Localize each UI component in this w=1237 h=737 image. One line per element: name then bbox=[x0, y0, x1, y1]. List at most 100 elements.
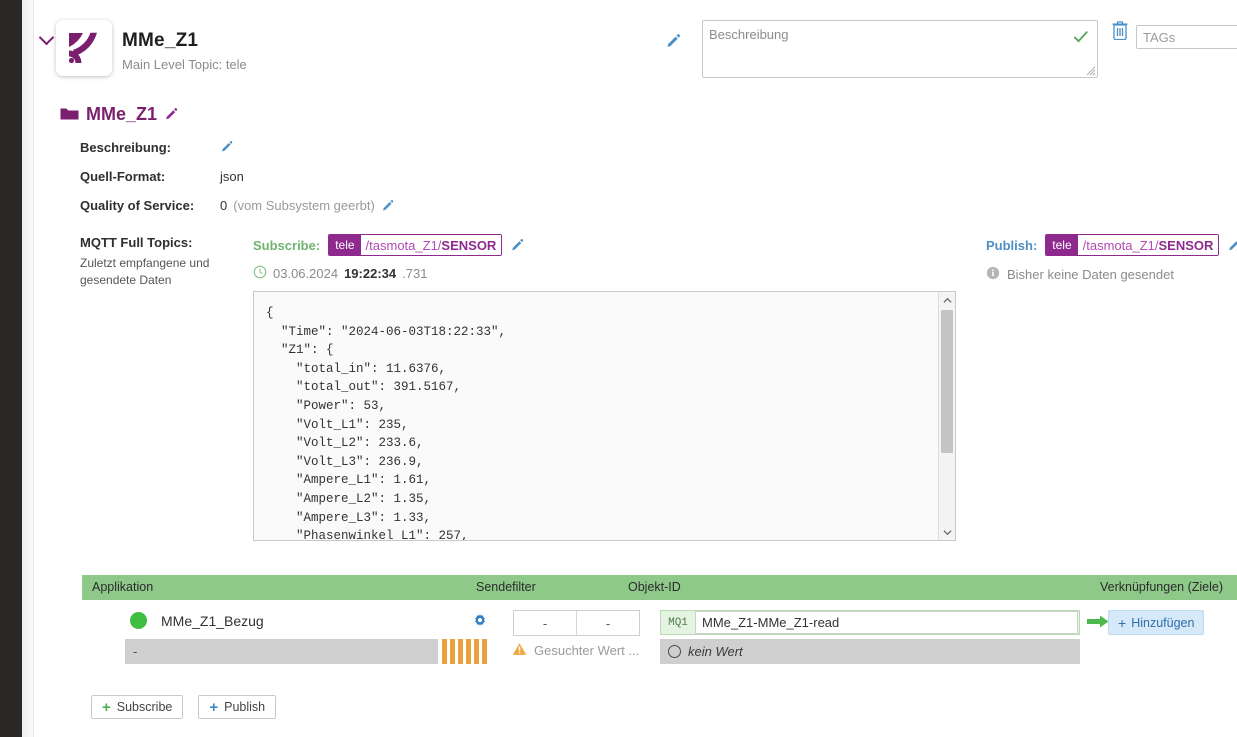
last-received-timestamp: 03.06.2024 19:22:34 .731 bbox=[253, 265, 525, 282]
edit-subscribe-pencil-icon[interactable] bbox=[510, 238, 525, 253]
topic-meta-list: Beschreibung: Quell-Format: json Quality… bbox=[80, 140, 980, 227]
sendefilter-right-value[interactable]: - bbox=[577, 611, 639, 635]
add-link-button[interactable]: + Hinzufügen bbox=[1108, 610, 1205, 635]
publish-topic-prefix: tele bbox=[1046, 235, 1078, 255]
objektid-field-wrap: MQ1 bbox=[660, 610, 1080, 635]
device-subtitle: Main Level Topic: tele bbox=[122, 57, 247, 72]
subscribe-topic-chip[interactable]: tele /tasmota_Z1/SENSOR bbox=[328, 234, 503, 256]
meta-value bbox=[220, 140, 234, 154]
publish-block: Publish: tele /tasmota_Z1/SENSOR Bisher … bbox=[986, 234, 1237, 283]
mapping-table-header: Applikation Sendefilter Objekt-ID Verknü… bbox=[82, 575, 1237, 600]
column-header-sendefilter: Sendefilter bbox=[476, 580, 536, 594]
objektid-input[interactable] bbox=[695, 611, 1078, 634]
scroll-down-icon[interactable] bbox=[939, 524, 955, 540]
tags-input[interactable] bbox=[1136, 25, 1237, 49]
info-icon bbox=[986, 266, 1000, 283]
publish-leaf-text: SENSOR bbox=[1158, 237, 1214, 253]
scrollbar-thumb[interactable] bbox=[941, 310, 953, 453]
add-publish-label: Publish bbox=[224, 700, 266, 714]
objektid-badge: MQ1 bbox=[668, 616, 688, 629]
warning-triangle-icon bbox=[512, 642, 527, 659]
gear-icon[interactable] bbox=[472, 613, 488, 632]
empty-circle-icon bbox=[668, 645, 681, 658]
plus-icon: + bbox=[102, 698, 111, 716]
status-indicator-dot bbox=[130, 612, 147, 629]
column-header-application: Applikation bbox=[92, 580, 154, 594]
left-nav-rail[interactable] bbox=[0, 0, 22, 737]
edit-beschreibung-pencil-icon[interactable] bbox=[220, 140, 234, 154]
payload-scrollbar[interactable] bbox=[938, 292, 955, 540]
objektid-value-bar: kein Wert bbox=[660, 639, 1080, 664]
add-subscribe-button[interactable]: + Subscribe bbox=[91, 695, 184, 719]
column-header-objektid: Objekt-ID bbox=[628, 580, 681, 594]
mqtt-topics-label: MQTT Full Topics: bbox=[80, 235, 193, 250]
delete-trash-icon[interactable] bbox=[1111, 20, 1129, 40]
subscribe-leaf-text: SENSOR bbox=[441, 237, 497, 253]
publish-topic-path: /tasmota_Z1/SENSOR bbox=[1077, 235, 1219, 255]
app-root: MMe_Z1 Main Level Topic: tele Beschreibu… bbox=[0, 0, 1237, 737]
mqtt-topics-sublabel: Zuletzt empfangene und gesendete Daten bbox=[80, 256, 210, 287]
objektid-state-text: kein Wert bbox=[688, 644, 743, 659]
timestamp-ms: .731 bbox=[402, 266, 428, 281]
edit-publish-pencil-icon[interactable] bbox=[1227, 238, 1237, 253]
folder-icon bbox=[60, 106, 79, 124]
subscribe-block: Subscribe: tele /tasmota_Z1/SENSOR 03.06… bbox=[253, 234, 525, 282]
topic-header: MMe_Z1 bbox=[60, 104, 179, 125]
device-header: MMe_Z1 Main Level Topic: tele bbox=[34, 8, 1237, 90]
qos-value: 0 bbox=[220, 198, 228, 213]
link-arrow-icon bbox=[1087, 614, 1109, 632]
meta-value: 0 (vom Subsystem geerbt) bbox=[220, 198, 395, 213]
plus-icon: + bbox=[1118, 614, 1127, 631]
meta-row-beschreibung: Beschreibung: bbox=[80, 140, 980, 158]
subscribe-row: Subscribe: tele /tasmota_Z1/SENSOR bbox=[253, 234, 525, 256]
payload-json: { "Time": "2024-06-03T18:22:33", "Z1": {… bbox=[266, 306, 507, 541]
scroll-up-icon[interactable] bbox=[939, 292, 955, 308]
description-textarea[interactable] bbox=[702, 20, 1098, 78]
value-sparkline bbox=[442, 639, 492, 664]
subscribe-label: Subscribe: bbox=[253, 237, 321, 253]
topic-name: MMe_Z1 bbox=[86, 104, 158, 124]
collapse-chevron-icon[interactable] bbox=[40, 30, 54, 44]
meta-label: Beschreibung: bbox=[80, 140, 172, 155]
sendefilter-warning-text: Gesuchter Wert ... bbox=[534, 643, 640, 658]
sendefilter-left-value[interactable]: - bbox=[514, 611, 576, 635]
publish-status-row: Bisher keine Daten gesendet bbox=[986, 266, 1237, 283]
publish-label: Publish: bbox=[986, 237, 1038, 253]
column-header-verknuepfungen: Verknüpfungen (Ziele) bbox=[1100, 580, 1223, 594]
application-value-bar: - bbox=[125, 639, 438, 664]
edit-qos-pencil-icon[interactable] bbox=[381, 199, 395, 213]
description-field-wrap bbox=[702, 20, 1098, 78]
publish-path-text: /tasmota_Z1/ bbox=[1082, 237, 1159, 253]
payload-viewer[interactable]: { "Time": "2024-06-03T18:22:33", "Z1": {… bbox=[253, 291, 956, 541]
footer-actions: + Subscribe + Publish bbox=[91, 695, 277, 719]
add-subscribe-label: Subscribe bbox=[116, 700, 173, 714]
mqtt-signal-icon bbox=[68, 32, 97, 64]
meta-row-qos: Quality of Service: 0 (vom Subsystem gee… bbox=[80, 198, 980, 216]
add-link-label: Hinzufügen bbox=[1131, 615, 1195, 630]
table-row: MMe_Z1_Bezug - - - Gesuchter Wert ... MQ… bbox=[82, 606, 1237, 668]
add-publish-button[interactable]: + Publish bbox=[198, 695, 277, 719]
sendefilter-box[interactable]: - - bbox=[513, 610, 640, 636]
subscribe-path-text: /tasmota_Z1/ bbox=[365, 237, 442, 253]
meta-row-quellformat: Quell-Format: json bbox=[80, 169, 980, 187]
page-content: MMe_Z1 Main Level Topic: tele Beschreibu… bbox=[34, 0, 1237, 737]
device-title: MMe_Z1 bbox=[122, 30, 199, 51]
publish-row: Publish: tele /tasmota_Z1/SENSOR bbox=[986, 234, 1237, 256]
meta-label: Quell-Format: bbox=[80, 169, 166, 184]
publish-status-text: Bisher keine Daten gesendet bbox=[1007, 267, 1174, 282]
subscribe-topic-path: /tasmota_Z1/SENSOR bbox=[360, 235, 502, 255]
publish-topic-chip[interactable]: tele /tasmota_Z1/SENSOR bbox=[1045, 234, 1220, 256]
timestamp-time: 19:22:34 bbox=[344, 266, 397, 281]
subscribe-topic-prefix: tele bbox=[329, 235, 361, 255]
sendefilter-warning: Gesuchter Wert ... bbox=[512, 642, 639, 659]
application-name[interactable]: MMe_Z1_Bezug bbox=[161, 613, 264, 629]
qos-note: (vom Subsystem geerbt) bbox=[233, 198, 375, 213]
edit-device-pencil-icon[interactable] bbox=[665, 33, 682, 50]
mqtt-topics-label-block: MQTT Full Topics: Zuletzt empfangene und… bbox=[80, 235, 230, 289]
meta-label: Quality of Service: bbox=[80, 198, 195, 213]
plus-icon: + bbox=[209, 698, 219, 716]
meta-value: json bbox=[220, 169, 244, 184]
device-icon-tile bbox=[56, 20, 112, 76]
clock-icon bbox=[253, 265, 267, 282]
edit-topic-pencil-icon[interactable] bbox=[164, 107, 179, 122]
